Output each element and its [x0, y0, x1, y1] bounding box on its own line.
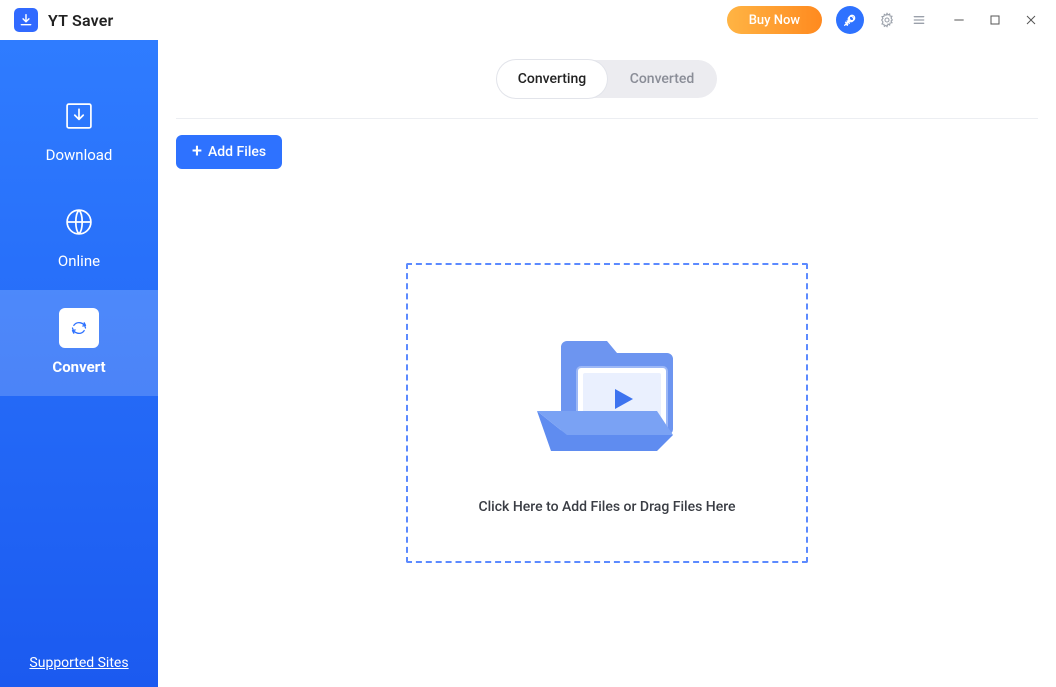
minimize-button[interactable]	[944, 5, 974, 35]
buy-now-button[interactable]: Buy Now	[727, 6, 822, 34]
maximize-button[interactable]	[980, 5, 1010, 35]
globe-icon	[59, 202, 99, 242]
settings-button[interactable]	[874, 7, 900, 33]
add-files-label: Add Files	[208, 144, 266, 160]
sidebar-item-label: Convert	[52, 358, 105, 376]
tab-row: Converting Converted	[176, 60, 1038, 119]
add-files-button[interactable]: + Add Files	[176, 135, 282, 169]
main-area: Converting Converted + Add Files	[158, 40, 1056, 687]
gear-icon	[879, 12, 895, 28]
sidebar-item-label: Download	[46, 146, 113, 164]
sidebar-item-label: Online	[58, 252, 100, 270]
sidebar-item-download[interactable]: Download	[0, 78, 158, 184]
sidebar: Download Online Convert Supported Sites	[0, 40, 158, 687]
download-icon	[59, 96, 99, 136]
menu-button[interactable]	[906, 7, 932, 33]
tab-segmented-control: Converting Converted	[497, 60, 717, 98]
close-icon	[1023, 12, 1039, 28]
dropzone[interactable]: Click Here to Add Files or Drag Files He…	[406, 263, 808, 563]
close-button[interactable]	[1016, 5, 1046, 35]
hamburger-icon	[911, 12, 927, 28]
folder-video-icon	[507, 311, 707, 471]
sidebar-item-convert[interactable]: Convert	[0, 290, 158, 396]
supported-sites-link[interactable]: Supported Sites	[0, 655, 158, 687]
app-logo-icon	[14, 8, 38, 32]
titlebar: YT Saver Buy Now	[0, 0, 1056, 40]
convert-icon	[59, 308, 99, 348]
minimize-icon	[951, 12, 967, 28]
sidebar-item-online[interactable]: Online	[0, 184, 158, 290]
dropzone-text: Click Here to Add Files or Drag Files He…	[478, 499, 735, 515]
register-key-button[interactable]	[836, 6, 864, 34]
key-icon	[842, 12, 858, 28]
app-title: YT Saver	[48, 11, 114, 30]
maximize-icon	[987, 12, 1003, 28]
tab-converting[interactable]: Converting	[497, 60, 607, 98]
tab-converted[interactable]: Converted	[607, 60, 717, 98]
